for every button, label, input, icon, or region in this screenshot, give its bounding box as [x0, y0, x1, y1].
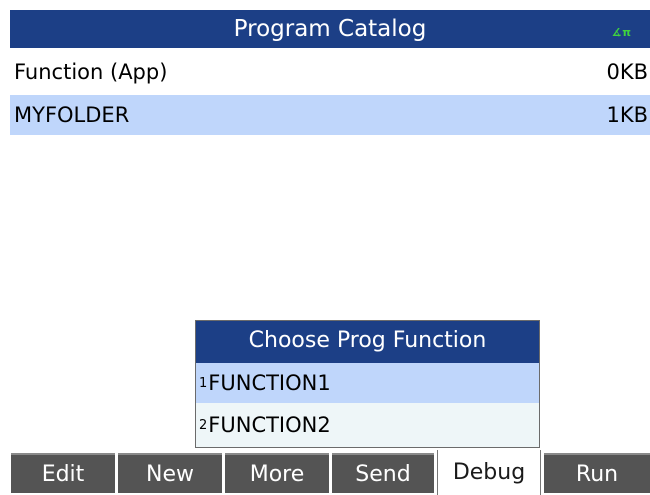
page-title: Program Catalog [233, 16, 427, 42]
edit-softkey[interactable]: Edit [11, 453, 115, 493]
send-softkey[interactable]: Send [332, 453, 434, 493]
catalog-item-myfolder[interactable]: MYFOLDER 1KB [10, 95, 650, 135]
softkey-bar: Edit New More Send Debug Run [0, 450, 650, 495]
catalog-item-size: 1KB [606, 103, 648, 127]
catalog-item-function-app[interactable]: Function (App) 0KB [10, 52, 650, 92]
angle-mode-indicator: ∡π [611, 26, 632, 39]
catalog-item-name: MYFOLDER [14, 103, 130, 127]
catalog-item-name: Function (App) [14, 60, 168, 84]
choose-prog-function-popup: Choose Prog Function 1FUNCTION1 2FUNCTIO… [195, 320, 540, 448]
popup-item-function2[interactable]: 2FUNCTION2 [196, 405, 539, 445]
popup-title: Choose Prog Function [196, 321, 539, 363]
popup-item-label: FUNCTION1 [208, 371, 331, 395]
popup-item-index: 1 [199, 376, 208, 391]
popup-item-label: FUNCTION2 [208, 413, 331, 437]
debug-softkey[interactable]: Debug [437, 450, 541, 495]
popup-item-function1[interactable]: 1FUNCTION1 [196, 363, 539, 403]
new-softkey[interactable]: New [118, 453, 222, 493]
popup-item-index: 2 [199, 418, 208, 433]
more-softkey[interactable]: More [225, 453, 329, 493]
catalog-item-size: 0KB [606, 60, 648, 84]
run-softkey[interactable]: Run [544, 453, 650, 493]
title-bar: Program Catalog ∡π [10, 10, 650, 48]
